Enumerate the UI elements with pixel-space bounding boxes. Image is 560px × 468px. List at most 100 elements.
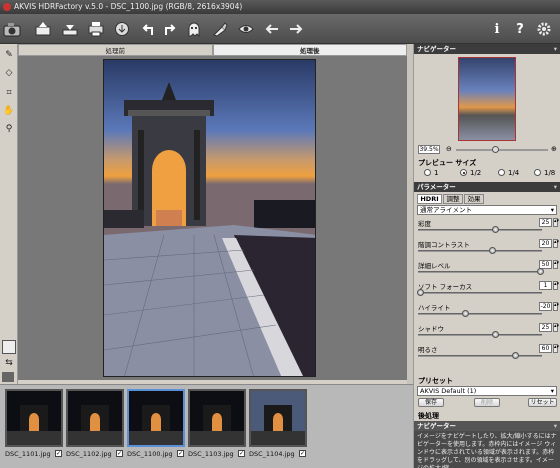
- filmstrip-label: DSC_1102.jpg: [66, 450, 112, 458]
- slider-track[interactable]: [418, 271, 542, 273]
- zoom-out-icon[interactable]: ⊖: [446, 145, 452, 153]
- image-canvas[interactable]: [18, 56, 407, 380]
- parameters-header[interactable]: パラメーター ▾: [414, 182, 560, 192]
- print-icon[interactable]: [86, 19, 106, 39]
- save-icon[interactable]: [60, 19, 80, 39]
- slider-track[interactable]: [418, 313, 542, 315]
- blemish-brush-icon[interactable]: ✎: [2, 48, 16, 62]
- preview-size-radio-1[interactable]: [424, 169, 431, 176]
- spinner-icon[interactable]: ▴▾: [553, 218, 559, 227]
- help-icon[interactable]: ?: [510, 19, 530, 39]
- filmstrip-checkbox[interactable]: ✓: [177, 450, 184, 457]
- slider-label: 彩度: [418, 220, 431, 228]
- slider-value-field[interactable]: -20: [539, 302, 552, 311]
- slider-knob[interactable]: [536, 268, 544, 275]
- app-logo-icon: [3, 3, 11, 11]
- filmstrip-thumbnail[interactable]: [5, 389, 63, 447]
- delete-preset-button[interactable]: 削除: [474, 398, 500, 407]
- filmstrip-checkbox[interactable]: ✓: [116, 450, 123, 457]
- collapse-icon: ▾: [553, 45, 557, 53]
- reset-button[interactable]: リセット: [528, 398, 557, 407]
- filmstrip-label: DSC_1104.jpg: [249, 450, 295, 458]
- preset-select[interactable]: AKVIS Default (1) ▾: [417, 386, 557, 396]
- slider-track[interactable]: [418, 355, 542, 357]
- preview-size-radio-quarter[interactable]: [498, 169, 505, 176]
- spinner-icon[interactable]: ▴▾: [553, 281, 559, 290]
- info-icon[interactable]: i: [487, 19, 507, 39]
- zoom-slider-knob[interactable]: [492, 146, 499, 153]
- spinner-icon[interactable]: ▴▾: [553, 344, 559, 353]
- image-preview[interactable]: [103, 59, 316, 377]
- title-bar: AKVIS HDRFactory v.5.0 - DSC_1100.jpg (R…: [0, 0, 560, 14]
- hand-icon[interactable]: ✋: [2, 104, 16, 118]
- zoom-field[interactable]: 39.5%: [418, 145, 440, 154]
- tab-before[interactable]: 処理前: [18, 44, 213, 56]
- filmstrip-label: DSC_1103.jpg: [188, 450, 234, 458]
- spinner-icon[interactable]: ▴▾: [553, 239, 559, 248]
- slider-knob[interactable]: [462, 310, 470, 317]
- settings-icon[interactable]: [534, 19, 554, 39]
- slider-knob[interactable]: [511, 352, 519, 359]
- canvas-color-icon[interactable]: [2, 372, 14, 382]
- slider-knob[interactable]: [417, 289, 425, 296]
- zoom-slider[interactable]: [456, 149, 548, 151]
- help-header[interactable]: ナビゲーター ▾: [414, 421, 560, 431]
- slider-track[interactable]: [418, 250, 542, 252]
- slider-label: 詳細レベル: [418, 262, 451, 270]
- slider-knob[interactable]: [491, 331, 499, 338]
- filmstrip-thumbnail[interactable]: [66, 389, 124, 447]
- alignment-select[interactable]: 通常アライメント ▾: [417, 205, 557, 215]
- share-icon[interactable]: [112, 19, 132, 39]
- back-icon[interactable]: [262, 19, 282, 39]
- preset-select-value: AKVIS Default (1): [420, 387, 477, 395]
- zoom-icon[interactable]: ⚲: [2, 122, 16, 136]
- save-preset-button[interactable]: 保存: [418, 398, 444, 407]
- preview-size-radio-eighth[interactable]: [534, 169, 541, 176]
- slider-label: シャドウ: [418, 325, 444, 333]
- background-color-icon[interactable]: [2, 340, 16, 354]
- spinner-icon[interactable]: ▴▾: [553, 260, 559, 269]
- slider-value-field[interactable]: 20: [539, 239, 552, 248]
- zoom-in-icon[interactable]: ⊕: [551, 145, 557, 153]
- tab-after[interactable]: 処理後: [212, 44, 407, 56]
- brush-icon[interactable]: [210, 19, 230, 39]
- filmstrip-thumbnail[interactable]: [127, 389, 185, 447]
- crop-icon[interactable]: ⌗: [2, 86, 16, 100]
- filmstrip-thumbnail[interactable]: [188, 389, 246, 447]
- tab-effects[interactable]: 効果: [464, 194, 484, 204]
- filmstrip-checkbox[interactable]: ✓: [299, 450, 306, 457]
- forward-icon[interactable]: [286, 19, 306, 39]
- slider-track[interactable]: [418, 292, 542, 294]
- spinner-icon[interactable]: ▴▾: [553, 302, 559, 311]
- camera-icon[interactable]: [2, 19, 22, 39]
- help-text: イメージをナビゲートしたり、拡大/縮小するにはナビゲーターを使用します。赤枠内に…: [414, 431, 560, 468]
- preview-size-title: プレビュー サイズ: [418, 159, 477, 167]
- slider-knob[interactable]: [491, 226, 499, 233]
- swap-view-icon[interactable]: ⇆: [2, 356, 16, 370]
- ghost-icon[interactable]: [184, 19, 204, 39]
- filmstrip-checkbox[interactable]: ✓: [55, 450, 62, 457]
- preview-size-radio-half[interactable]: [460, 169, 467, 176]
- undo-icon[interactable]: [138, 19, 158, 39]
- redo-icon[interactable]: [160, 19, 180, 39]
- slider-value-field[interactable]: 1: [539, 281, 552, 290]
- slider-row: ハイライト -20 ▴▾: [418, 302, 559, 322]
- open-icon[interactable]: [33, 19, 53, 39]
- eraser-icon[interactable]: ◇: [2, 66, 16, 80]
- spinner-icon[interactable]: ▴▾: [553, 323, 559, 332]
- slider-value-field[interactable]: 25: [539, 218, 552, 227]
- eye-icon[interactable]: [236, 19, 256, 39]
- navigator-thumbnail[interactable]: [458, 57, 516, 141]
- slider-knob[interactable]: [489, 247, 497, 254]
- navigator-header[interactable]: ナビゲーター ▾: [414, 44, 560, 54]
- slider-track[interactable]: [418, 334, 542, 336]
- slider-label: ソフト フォーカス: [418, 283, 473, 291]
- tab-adjust[interactable]: 調整: [443, 194, 463, 204]
- slider-value-field[interactable]: 25: [539, 323, 552, 332]
- filmstrip-checkbox[interactable]: ✓: [238, 450, 245, 457]
- slider-track[interactable]: [418, 229, 542, 231]
- slider-value-field[interactable]: 60: [539, 344, 552, 353]
- filmstrip-thumbnail[interactable]: [249, 389, 307, 447]
- tab-hdri[interactable]: HDRI: [417, 194, 442, 204]
- slider-row: シャドウ 25 ▴▾: [418, 323, 559, 343]
